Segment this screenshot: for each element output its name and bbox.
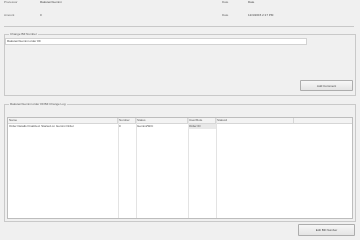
cell-status: Gemini/SFC (137, 124, 154, 128)
grid-col-divider (188, 118, 189, 218)
col-header-number[interactable]: Number (118, 118, 136, 123)
change-bill-group-title: Change Bill Number (9, 32, 38, 36)
add-comment-button-label: Add Comment (316, 83, 337, 88)
cell-user: Order ID (188, 124, 216, 129)
amount-label: Amount (4, 13, 15, 17)
col-header-status2[interactable]: Status2 (216, 118, 294, 123)
processor-label: Processor (4, 0, 18, 4)
change-log-group-title: Rakuten/Gemini order #9 Bill Change Log (9, 102, 67, 106)
bill-number-input-text: Rakuten/Gemini order #9 (7, 39, 41, 43)
header-divider (4, 26, 354, 27)
cell-number: 0 (119, 124, 121, 128)
table-row[interactable]: Order Details Finalized. Started on Gemi… (8, 124, 352, 129)
date-value: 12/4/2015 2:17 PM (248, 13, 274, 17)
change-log-group: Rakuten/Gemini order #9 Bill Change Log … (4, 102, 356, 222)
edit-bill-number-button[interactable]: Edit Bill Number (298, 224, 355, 236)
col-header-user[interactable]: User/Role (188, 118, 216, 123)
grid-col-divider (118, 118, 119, 218)
col-header-status[interactable]: Status (136, 118, 188, 123)
change-bill-group: Change Bill Number Rakuten/Gemini order … (4, 32, 356, 96)
grid-col-divider (216, 118, 217, 218)
edit-bill-number-button-label: Edit Bill Number (315, 228, 338, 232)
change-log-grid[interactable]: Name Number Status User/Role Status2 Ord… (7, 117, 353, 219)
col-header-name[interactable]: Name (8, 118, 118, 123)
grid-col-divider (136, 118, 137, 218)
date-label: Date (222, 13, 229, 17)
cell-name: Order Details Finalized. Started on Gemi… (9, 124, 74, 128)
add-comment-button[interactable]: Add Comment (300, 80, 353, 91)
date-value-top: Date (248, 0, 255, 4)
date-label-top: Date (222, 0, 229, 4)
bill-number-input[interactable]: Rakuten/Gemini order #9 (5, 38, 307, 45)
processor-value: Rakuten/Gemini (40, 0, 62, 4)
amount-value: 0 (40, 13, 42, 17)
